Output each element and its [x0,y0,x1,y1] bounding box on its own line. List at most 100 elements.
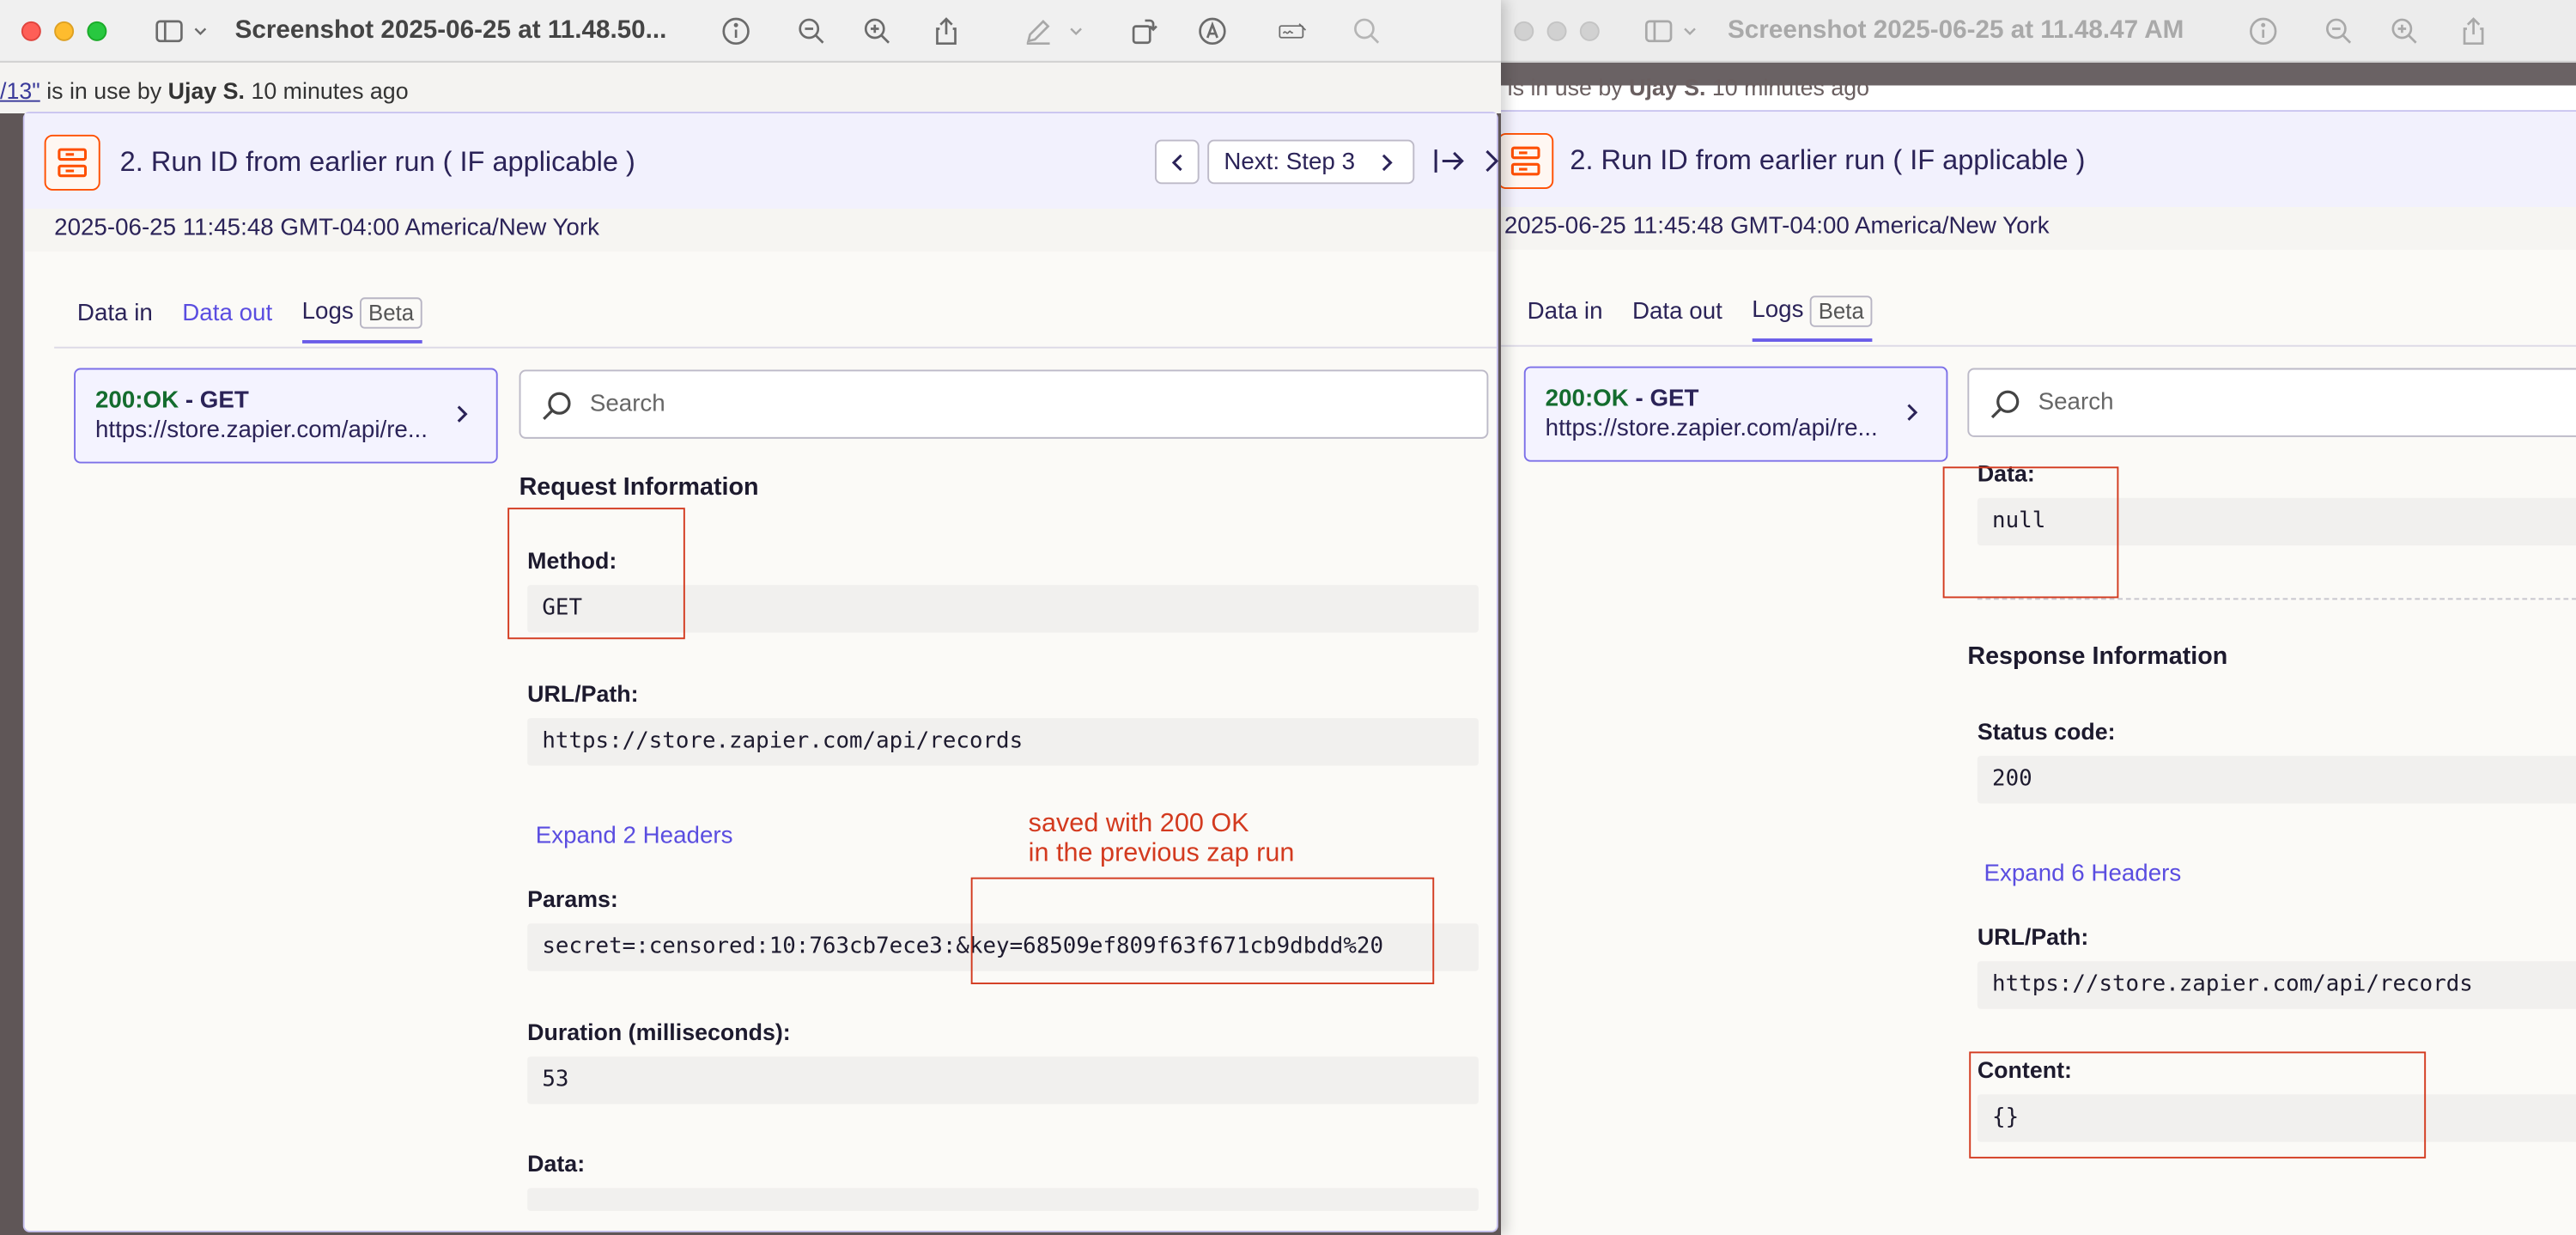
right-tab-data-in[interactable]: Data in [1528,283,1603,342]
right-step-title: 2. Run ID from earlier run ( IF applicab… [1570,144,2086,176]
storage-app-icon [44,134,100,191]
step-title: 2. Run ID from earlier run ( IF applicab… [119,146,635,178]
markup-pen-icon[interactable] [1018,10,1058,50]
request-status: 200:OK - GET [95,388,249,415]
request-information-title: Request Information [519,473,759,502]
right-data-highlight-box [1942,466,2119,599]
close-panel-chevron-icon[interactable] [1480,146,1501,175]
annotation-line-1: saved with 200 OK [1028,810,1249,838]
right-request-status: 200:OK - GET [1546,386,1699,413]
right-in-use-user: Ujay S. [1629,74,1706,100]
zoom-in-icon[interactable] [857,10,896,50]
search-icon [540,389,573,422]
right-share-icon[interactable] [2453,10,2493,50]
right-zoom-window-button[interactable] [1579,20,1600,40]
chevron-right-icon [450,403,473,434]
right-status-code: 200:OK [1545,386,1629,413]
right-zoom-in-icon[interactable] [2385,10,2424,50]
right-preview-window: is in use by Ujay S. 10 minutes ago Scre… [1501,0,2576,1235]
next-step-button[interactable]: Next: Step 3 [1207,139,1415,185]
right-info-icon[interactable] [2243,10,2282,50]
right-minimize-window-button[interactable] [1546,20,1567,40]
right-tab-divider [1501,344,2576,347]
window-title: Screenshot 2025-06-25 at 11.48.50... [234,15,667,44]
right-tab-data-out[interactable]: Data out [1632,283,1722,342]
right-tab-bar: Data in Data out Logs Beta [1528,283,1902,342]
minimize-window-button[interactable] [54,20,75,40]
right-chevron-down-icon[interactable] [1679,10,1702,50]
chevron-right-icon [1382,153,1393,171]
zoom-out-icon[interactable] [792,10,831,50]
window-toolbar: Screenshot 2025-06-25 at 11.48.50... [0,0,1501,63]
beta-badge: Beta [360,296,422,328]
right-close-window-button[interactable] [1514,20,1534,40]
in-use-user: Ujay S. [167,76,246,104]
right-request-method: - GET [1628,386,1699,413]
zoom-window-button[interactable] [87,20,107,40]
search-toolbar-icon[interactable] [1346,10,1386,50]
chevron-left-icon [1170,153,1182,171]
left-preview-window: /13" is in use by Ujay S. 10 minutes ago… [0,0,1501,1235]
search-placeholder: Search [589,391,665,417]
right-tab-logs[interactable]: Logs Beta [1752,283,1873,342]
tab-logs-label: Logs [301,299,354,325]
tab-divider [54,346,1497,349]
tab-bar: Data in Data out Logs Beta [77,284,452,344]
in-use-notice: /13" is in use by Ujay S. 10 minutes ago [0,77,409,104]
right-sidebar-toggle-icon[interactable] [1639,10,1679,50]
log-request-item[interactable]: 200:OK - GET https://store.zapier.com/ap… [74,368,498,464]
right-chevron-right-icon [1900,401,1923,432]
expand-headers-link[interactable]: Expand 2 Headers [536,824,733,850]
right-in-use-notice: is in use by Ujay S. 10 minutes ago [1508,74,1869,100]
expand-panel-icon[interactable] [1431,143,1467,179]
in-use-time: 10 minutes ago [251,76,409,104]
share-icon[interactable] [927,10,966,50]
in-use-file[interactable]: /13" [0,77,40,104]
right-beta-badge: Beta [1810,295,1873,326]
right-url-path-value: https://store.zapier.com/api/records [1977,961,2576,1009]
status-code-value: 200 [1977,756,2576,804]
markup-circle-icon[interactable] [1193,10,1232,50]
previous-step-button[interactable] [1154,139,1200,185]
signature-icon[interactable] [1268,10,1317,50]
right-traffic-lights [1514,20,1600,40]
right-expand-headers-link[interactable]: Expand 6 Headers [1984,861,2181,888]
right-search-placeholder: Search [2038,389,2114,417]
right-storage-app-icon [1501,132,1554,190]
request-url: https://store.zapier.com/api/re... [94,417,428,444]
duration-value: 53 [527,1056,1479,1104]
logs-search-input[interactable]: Search [519,369,1489,439]
traffic-lights [21,20,107,40]
data-label: Data: [527,1150,586,1177]
right-tab-logs-label: Logs [1752,297,1804,324]
right-window-title: Screenshot 2025-06-25 at 11.48.47 AM [1728,15,2184,44]
tab-data-out[interactable]: Data out [182,284,272,344]
run-date-row: 2025-06-25 11:45:48 GMT-04:00 America/Ne… [24,208,1497,252]
close-window-button[interactable] [21,20,41,40]
section-divider [1977,598,2576,600]
next-step-label: Next: Step 3 [1224,149,1356,175]
right-zoom-out-icon[interactable] [2318,10,2358,50]
tab-data-in[interactable]: Data in [77,284,153,344]
right-window-toolbar: Screenshot 2025-06-25 at 11.48.47 AM [1501,0,2576,63]
duration-label: Duration (milliseconds): [527,1019,791,1045]
right-search-icon [1989,388,2021,421]
key-highlight-box [970,877,1435,985]
sidebar-toggle-icon[interactable] [149,10,189,50]
response-information-title: Response Information [1967,642,2228,671]
in-use-text: is in use by [39,76,168,104]
chevron-down-icon[interactable] [189,10,212,50]
step-header: 2. Run ID from earlier run ( IF applicab… [24,113,1499,212]
rotate-icon[interactable] [1123,10,1163,50]
annotation-line-2: in the previous zap run [1028,840,1295,868]
annotation-text: saved with 200 OK in the previous zap ru… [1029,810,1295,870]
right-logs-search-input[interactable]: Search [1967,368,2576,437]
method-highlight-box [507,508,685,640]
params-label: Params: [527,885,618,912]
step-detail-modal: 2. Run ID from earlier run ( IF applicab… [22,112,1499,1232]
right-run-date: 2025-06-25 11:45:48 GMT-04:00 America/Ne… [1504,213,2050,240]
right-log-request-item[interactable]: 200:OK - GET https://store.zapier.com/ap… [1523,366,1948,462]
markup-chevron-down-icon[interactable] [1064,10,1087,50]
tab-logs[interactable]: Logs Beta [301,284,422,344]
info-icon[interactable] [716,10,756,50]
